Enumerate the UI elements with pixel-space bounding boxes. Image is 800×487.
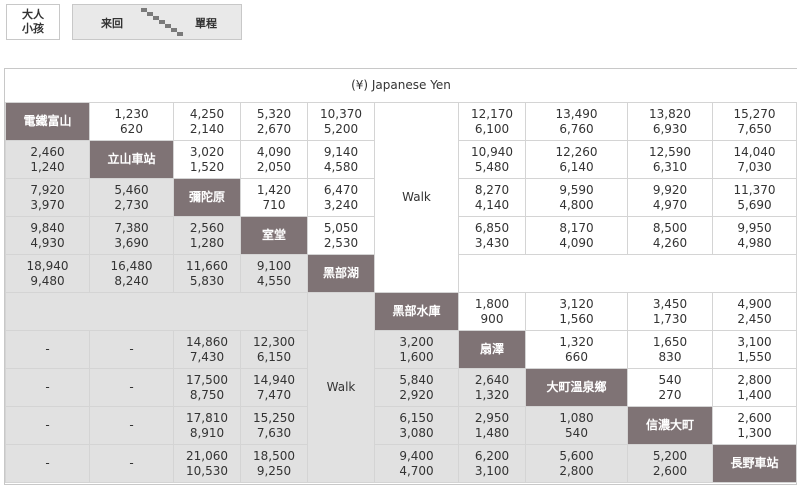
fare-cell: 8,170 4,090 (525, 216, 628, 255)
fare-cell: 6,850 3,430 (458, 216, 526, 255)
fare-cell: 4,900 2,450 (712, 292, 797, 331)
fare-cell: 10,370 5,200 (307, 102, 375, 141)
fare-cell: 2,600 1,300 (712, 406, 797, 445)
fare-cell: - (89, 444, 174, 483)
fare-cell: 6,470 3,240 (307, 178, 375, 217)
fare-cell: 9,950 4,980 (712, 216, 797, 255)
fare-cell: 9,400 4,700 (374, 444, 459, 483)
stair-divider-icon (141, 8, 187, 36)
fare-cell: 5,320 2,670 (240, 102, 308, 141)
fare-cell: 8,270 4,140 (458, 178, 526, 217)
fare-cell: 7,380 3,690 (89, 216, 174, 255)
currency-header: (¥) Japanese Yen (5, 69, 797, 103)
fare-cell: 17,810 8,910 (173, 406, 241, 445)
fare-cell: 6,150 3,080 (374, 406, 459, 445)
fare-cell: 2,800 1,400 (712, 368, 797, 407)
fare-cell: 3,200 1,600 (374, 330, 459, 369)
fare-cell: 11,660 5,830 (173, 254, 241, 293)
fare-cell: 21,060 10,530 (173, 444, 241, 483)
fare-cell: 1,230 620 (89, 102, 174, 141)
fare-cell: 10,940 5,480 (458, 140, 526, 179)
fare-cell: 13,490 6,760 (525, 102, 628, 141)
fare-cell: 9,140 4,580 (307, 140, 375, 179)
fare-table: (¥) Japanese Yen 電鐵富山 1,230 620 4,250 2,14… (4, 68, 797, 485)
station-murodo: 室堂 (240, 216, 308, 255)
fare-cell: 3,120 1,560 (525, 292, 628, 331)
fare-cell: 2,640 1,320 (458, 368, 526, 407)
fare-cell: 7,920 3,970 (5, 178, 90, 217)
fare-cell: 5,050 2,530 (307, 216, 375, 255)
fare-cell: 5,840 2,920 (374, 368, 459, 407)
fare-cell: - (5, 444, 90, 483)
fare-cell: 15,270 7,650 (712, 102, 797, 141)
fare-cell: 9,100 4,550 (240, 254, 308, 293)
station-midagahara: 彌陀原 (173, 178, 241, 217)
fare-cell: 2,950 1,480 (458, 406, 526, 445)
fare-cell: 13,820 6,930 (627, 102, 713, 141)
fare-cell: 14,940 7,470 (240, 368, 308, 407)
fare-cell: 2,460 1,240 (5, 140, 90, 179)
one-way-label: 單程 (195, 17, 217, 30)
fare-cell: 8,500 4,260 (627, 216, 713, 255)
adult-label: 大人 (22, 8, 44, 21)
passenger-type-legend: 大人 小孩 (6, 4, 60, 40)
fare-cell: 5,460 2,730 (89, 178, 174, 217)
trip-type-legend: 来回 單程 (72, 4, 242, 40)
fare-cell: - (5, 368, 90, 407)
station-omachi-onsenkyo: 大町溫泉鄉 (525, 368, 628, 407)
fare-cell: 2,560 1,280 (173, 216, 241, 255)
fare-cell: 14,040 7,030 (712, 140, 797, 179)
fare-cell: 1,800 900 (458, 292, 526, 331)
fare-cell: 4,250 2,140 (173, 102, 241, 141)
fare-cell: 14,860 7,430 (173, 330, 241, 369)
fare-cell: - (5, 406, 90, 445)
station-dentetsu-toyama: 電鐵富山 (5, 102, 90, 141)
empty-cell (5, 292, 308, 331)
fare-cell: 3,100 1,550 (712, 330, 797, 369)
fare-cell: 1,420 710 (240, 178, 308, 217)
fare-cell: 12,170 6,100 (458, 102, 526, 141)
fare-cell: - (89, 368, 174, 407)
fare-cell: 12,590 6,310 (627, 140, 713, 179)
fare-cell: 5,200 2,600 (627, 444, 713, 483)
station-kurobe-dam: 黑部水庫 (374, 292, 459, 331)
walk-cell: Walk (374, 102, 459, 293)
fare-cell: 9,920 4,970 (627, 178, 713, 217)
fare-cell: - (89, 406, 174, 445)
fare-cell: 11,370 5,690 (712, 178, 797, 217)
fare-cell: 16,480 8,240 (89, 254, 174, 293)
fare-cell: 17,500 8,750 (173, 368, 241, 407)
fare-cell: 9,840 4,930 (5, 216, 90, 255)
fare-cell: - (5, 330, 90, 369)
fare-cell: 1,650 830 (627, 330, 713, 369)
fare-cell: 4,090 2,050 (240, 140, 308, 179)
round-trip-label: 来回 (101, 17, 123, 30)
fare-cell: 18,940 9,480 (5, 254, 90, 293)
fare-cell: 1,320 660 (525, 330, 628, 369)
walk-cell: Walk (307, 292, 375, 483)
fare-cell: 5,600 2,800 (525, 444, 628, 483)
fare-cell: 540 270 (627, 368, 713, 407)
fare-cell: 3,020 1,520 (173, 140, 241, 179)
fare-cell: 12,300 6,150 (240, 330, 308, 369)
fare-cell: 1,080 540 (525, 406, 628, 445)
fare-cell: 3,450 1,730 (627, 292, 713, 331)
fare-cell: 15,250 7,630 (240, 406, 308, 445)
station-ogizawa: 扇澤 (458, 330, 526, 369)
empty-cell (458, 254, 797, 293)
fare-cell: 6,200 3,100 (458, 444, 526, 483)
fare-cell: 18,500 9,250 (240, 444, 308, 483)
station-shinano-omachi: 信濃大町 (627, 406, 713, 445)
fare-cell: 9,590 4,800 (525, 178, 628, 217)
station-nagano: 長野車站 (712, 444, 797, 483)
fare-cell: - (89, 330, 174, 369)
station-kurobeko: 黑部湖 (307, 254, 375, 293)
fare-cell: 12,260 6,140 (525, 140, 628, 179)
child-label: 小孩 (22, 22, 44, 35)
station-tateyama: 立山車站 (89, 140, 174, 179)
